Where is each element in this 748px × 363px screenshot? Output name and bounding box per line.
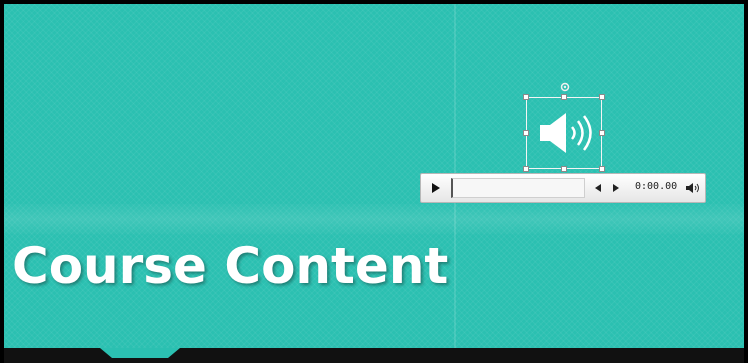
- slide-band: [4, 204, 744, 234]
- resize-handle-sw[interactable]: [523, 166, 529, 172]
- audio-progress-track[interactable]: [451, 178, 585, 198]
- play-button[interactable]: [427, 180, 445, 196]
- resize-handle-ne[interactable]: [599, 94, 605, 100]
- slide-title[interactable]: Course Content: [12, 237, 448, 295]
- audio-player-bar: 0:00.00: [420, 173, 706, 203]
- resize-handle-n[interactable]: [561, 94, 567, 100]
- skip-back-icon[interactable]: [593, 182, 603, 194]
- skip-forward-icon[interactable]: [611, 182, 621, 194]
- rotate-handle-icon[interactable]: [560, 82, 570, 92]
- resize-handle-se[interactable]: [599, 166, 605, 172]
- resize-handle-nw[interactable]: [523, 94, 529, 100]
- presentation-window: Course Content 0:00.00: [0, 0, 748, 363]
- resize-handle-s[interactable]: [561, 166, 567, 172]
- resize-handle-e[interactable]: [599, 130, 605, 136]
- audio-time-readout: 0:00.00: [635, 181, 678, 192]
- speaker-icon[interactable]: [536, 108, 596, 158]
- resize-handle-w[interactable]: [523, 130, 529, 136]
- volume-icon[interactable]: [685, 181, 701, 195]
- play-icon: [432, 183, 440, 193]
- bottom-notch: [100, 348, 180, 358]
